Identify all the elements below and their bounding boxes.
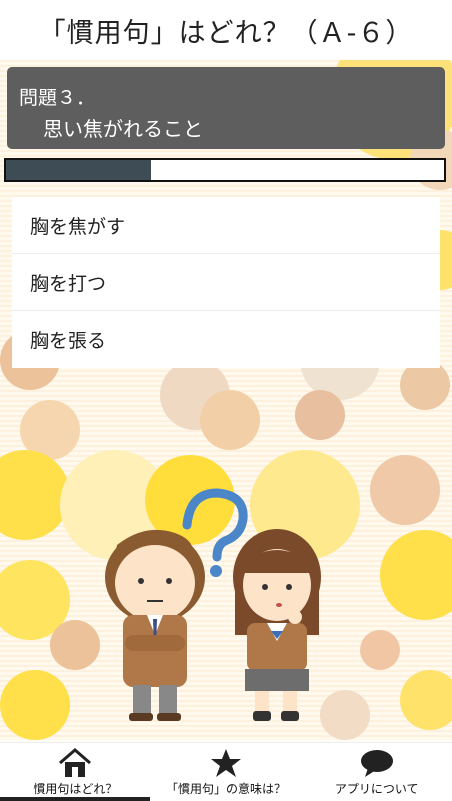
tab-quiz-label: 慣用句はどれ？ bbox=[33, 782, 118, 796]
answer-choices: 胸を焦がす 胸を打つ 胸を張る bbox=[12, 197, 440, 368]
chat-bubble-icon bbox=[360, 747, 394, 779]
tab-meaning-label: 「慣用句」の意味は？ bbox=[166, 782, 287, 796]
progress-bar bbox=[4, 158, 446, 182]
home-icon bbox=[58, 747, 92, 779]
bottom-tab-bar: 慣用句はどれ？ 「慣用句」の意味は？ アプリについて bbox=[0, 742, 452, 801]
page-title: 「慣用句」はどれ？（Ａ-６） bbox=[38, 17, 414, 49]
choice-option-3[interactable]: 胸を張る bbox=[12, 311, 440, 368]
question-text: 思い焦がれること bbox=[43, 117, 203, 141]
tab-about[interactable]: アプリについて bbox=[301, 743, 452, 801]
question-number: 問題３． bbox=[19, 87, 96, 109]
choice-option-1[interactable]: 胸を焦がす bbox=[12, 197, 440, 254]
tab-about-label: アプリについて bbox=[334, 782, 419, 796]
question-panel: 問題３． 思い焦がれること bbox=[7, 67, 445, 149]
tab-meaning[interactable]: 「慣用句」の意味は？ bbox=[151, 743, 302, 801]
star-icon bbox=[210, 747, 242, 779]
tab-quiz[interactable]: 慣用句はどれ？ bbox=[0, 743, 151, 801]
progress-fill bbox=[6, 160, 151, 180]
thinking-students-illustration bbox=[105, 488, 321, 721]
active-tab-indicator bbox=[0, 797, 150, 801]
choice-option-2[interactable]: 胸を打つ bbox=[12, 254, 440, 311]
app-header: 「慣用句」はどれ？（Ａ-６） bbox=[0, 0, 452, 60]
